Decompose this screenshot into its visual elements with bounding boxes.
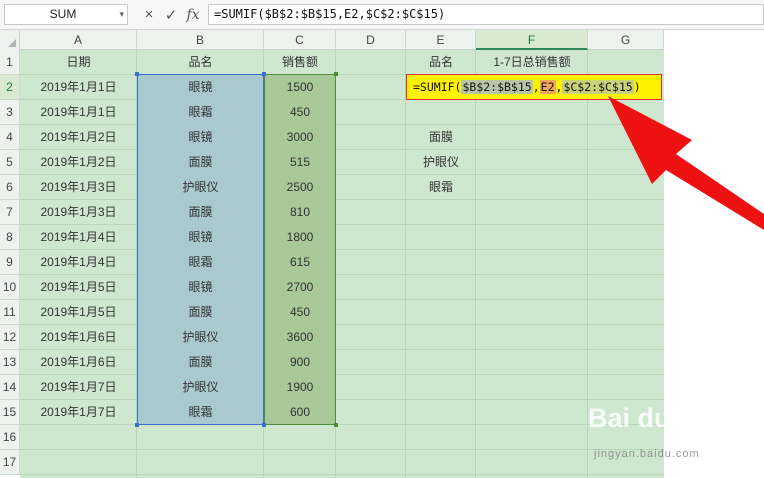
name-box-dropdown-icon[interactable]: ▾ (119, 5, 124, 24)
table-cell-sales[interactable]: 810 (264, 200, 336, 225)
name-box[interactable]: SUM ▾ (4, 4, 128, 25)
column-headers: A B C D E F G (0, 30, 664, 50)
table-cell-sales[interactable]: 3600 (264, 325, 336, 350)
table-cell-date[interactable]: 2019年1月5日 (20, 300, 137, 325)
watermark-url: jingyan.baidu.com (594, 448, 700, 460)
table-cell-sales[interactable]: 515 (264, 150, 336, 175)
table-cell-product[interactable]: 面膜 (137, 200, 264, 225)
table-cell-product[interactable]: 眼镜 (137, 225, 264, 250)
table-cell-date[interactable]: 2019年1月2日 (20, 125, 137, 150)
row-header[interactable]: 12 (0, 325, 20, 350)
row-header[interactable]: 10 (0, 275, 20, 300)
table-cell-sales[interactable]: 2700 (264, 275, 336, 300)
red-arrow-icon (608, 96, 764, 230)
table-cell-sales[interactable]: 900 (264, 350, 336, 375)
select-all-corner[interactable] (0, 30, 20, 50)
row-header[interactable]: 14 (0, 375, 20, 400)
table-cell-date[interactable]: 2019年1月7日 (20, 400, 137, 425)
table-cell-product[interactable]: 面膜 (137, 350, 264, 375)
row-header[interactable]: 13 (0, 350, 20, 375)
row-header[interactable]: 8 (0, 225, 20, 250)
cells-area[interactable]: 日期 品名 销售额 品名 1-7日总销售额 2019年1月1日 眼镜 1500 … (20, 50, 664, 478)
column-header-a[interactable]: A (20, 30, 137, 50)
table-cell-product[interactable]: 眼镜 (137, 125, 264, 150)
table-cell-product[interactable]: 护眼仪 (137, 325, 264, 350)
row-header[interactable]: 15 (0, 400, 20, 425)
formula-criteria-ref: E2 (539, 80, 556, 94)
table-cell-sales[interactable]: 1900 (264, 375, 336, 400)
row-header[interactable]: 2 (0, 75, 20, 100)
table-cell-product[interactable]: 面膜 (137, 300, 264, 325)
table-cell-date[interactable]: 2019年1月4日 (20, 225, 137, 250)
row-header[interactable]: 16 (0, 425, 20, 450)
table-cell-sales[interactable]: 600 (264, 400, 336, 425)
table-cell-date[interactable]: 2019年1月6日 (20, 350, 137, 375)
table-cell-date[interactable]: 2019年1月5日 (20, 275, 137, 300)
table-cell-product[interactable]: 护眼仪 (137, 175, 264, 200)
cell-e5[interactable]: 眼霜 (406, 175, 476, 200)
table-cell-sales[interactable]: 615 (264, 250, 336, 275)
watermark-logo: Bai du 经验 (588, 403, 733, 433)
column-header-g[interactable]: G (588, 30, 664, 50)
cell-e4[interactable]: 护眼仪 (406, 150, 476, 175)
row-header[interactable]: 6 (0, 175, 20, 200)
table-cell-product[interactable]: 眼霜 (137, 250, 264, 275)
row-header[interactable]: 3 (0, 100, 20, 125)
column-header-e[interactable]: E (406, 30, 476, 50)
formula-input[interactable]: =SUMIF($B$2:$B$15,E2,$C$2:$C$15) (208, 4, 764, 25)
table-cell-product[interactable]: 眼镜 (137, 275, 264, 300)
cell-c1[interactable]: 销售额 (264, 50, 336, 75)
column-header-c[interactable]: C (264, 30, 336, 50)
table-cell-date[interactable]: 2019年1月3日 (20, 200, 137, 225)
table-cell-product[interactable]: 眼霜 (137, 100, 264, 125)
table-cell-sales[interactable]: 1800 (264, 225, 336, 250)
table-cell-product[interactable]: 眼镜 (137, 75, 264, 100)
formula-separator: , (532, 80, 540, 94)
row-header[interactable]: 7 (0, 200, 20, 225)
row-header[interactable]: 5 (0, 150, 20, 175)
row-header[interactable]: 17 (0, 450, 20, 475)
confirm-icon[interactable]: ✓ (162, 4, 180, 25)
table-cell-date[interactable]: 2019年1月1日 (20, 100, 137, 125)
row-header[interactable]: 9 (0, 250, 20, 275)
row-header[interactable]: 4 (0, 125, 20, 150)
column-header-b[interactable]: B (137, 30, 264, 50)
table-cell-date[interactable]: 2019年1月7日 (20, 375, 137, 400)
row-header[interactable]: 11 (0, 300, 20, 325)
name-box-value: SUM (49, 7, 77, 21)
table-cell-sales[interactable]: 450 (264, 100, 336, 125)
formula-range-ref-b: $B$2:$B$15 (461, 80, 533, 94)
row-header[interactable]: 1 (0, 50, 20, 75)
cell-a1[interactable]: 日期 (20, 50, 137, 75)
cell-e3[interactable]: 面膜 (406, 125, 476, 150)
column-header-f[interactable]: F (476, 30, 588, 50)
table-cell-date[interactable]: 2019年1月1日 (20, 75, 137, 100)
table-cell-date[interactable]: 2019年1月3日 (20, 175, 137, 200)
table-cell-sales[interactable]: 2500 (264, 175, 336, 200)
table-cell-sales[interactable]: 1500 (264, 75, 336, 100)
cell-e1[interactable]: 品名 (406, 50, 476, 75)
watermark: Bai du 经验 jingyan.baidu.com (588, 396, 764, 474)
formula-prefix: =SUMIF( (413, 80, 462, 94)
cell-b1[interactable]: 品名 (137, 50, 264, 75)
table-cell-date[interactable]: 2019年1月2日 (20, 150, 137, 175)
cancel-icon[interactable]: × (140, 4, 158, 25)
table-cell-date[interactable]: 2019年1月4日 (20, 250, 137, 275)
table-cell-product[interactable]: 面膜 (137, 150, 264, 175)
table-cell-product[interactable]: 护眼仪 (137, 375, 264, 400)
formula-bar: SUM ▾ × ✓ fx =SUMIF($B$2:$B$15,E2,$C$2:$… (0, 0, 764, 30)
insert-function-icon[interactable]: fx (184, 4, 202, 25)
table-cell-product[interactable]: 眼霜 (137, 400, 264, 425)
table-cell-sales[interactable]: 450 (264, 300, 336, 325)
table-cell-sales[interactable]: 3000 (264, 125, 336, 150)
column-header-d[interactable]: D (336, 30, 406, 50)
table-cell-date[interactable]: 2019年1月6日 (20, 325, 137, 350)
cell-f1[interactable]: 1-7日总销售额 (476, 50, 588, 75)
